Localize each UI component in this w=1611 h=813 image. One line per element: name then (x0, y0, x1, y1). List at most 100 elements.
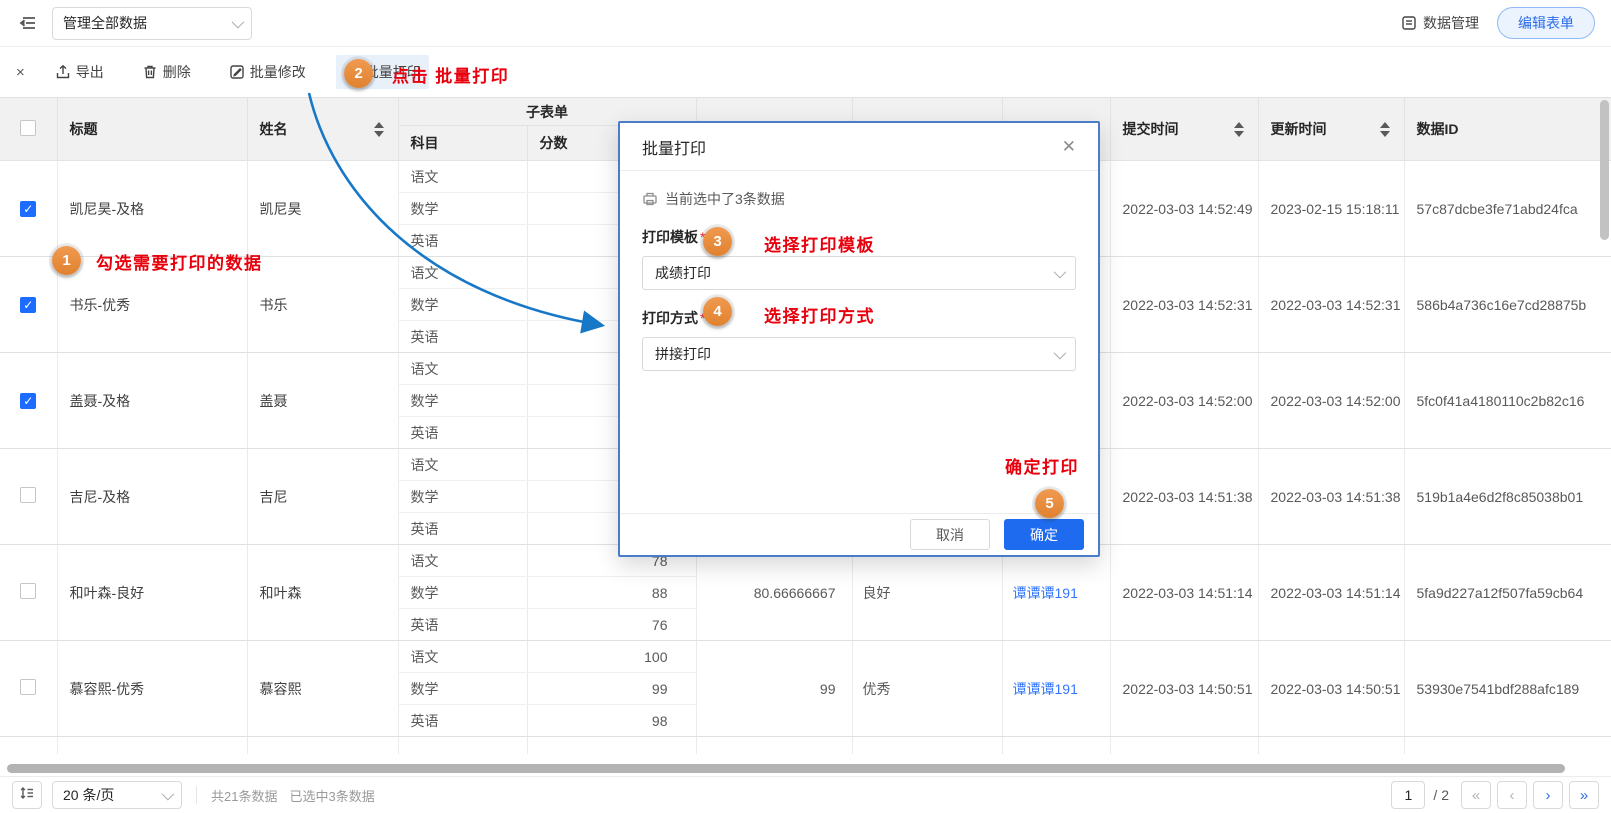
delete-label: 删除 (163, 62, 191, 82)
row-checkbox[interactable] (20, 679, 36, 695)
step-badge-3: 3 (703, 227, 732, 256)
select-all-cell (0, 98, 57, 161)
cell-subject: 数学 (398, 385, 527, 417)
cell-average: 80.66666667 (696, 545, 852, 641)
cell-submit-time: 2022-03-03 14:51:38 (1110, 449, 1258, 545)
data-manage-link[interactable]: 数据管理 (1401, 13, 1479, 33)
cell-average: 99 (696, 641, 852, 737)
column-header-title: 标题 (57, 98, 247, 161)
data-view-select[interactable]: 管理全部数据 (52, 7, 252, 40)
cell-title: 和叶森-良好 (57, 545, 247, 641)
cell-update-time: 2022-03-03 14:52:31 (1258, 257, 1404, 353)
chevron-down-icon (162, 787, 175, 800)
cancel-button[interactable]: 取消 (910, 519, 990, 550)
topbar: 管理全部数据 数据管理 编辑表单 (0, 0, 1611, 47)
sort-icon[interactable] (1234, 122, 1244, 137)
close-icon[interactable]: ✕ (1062, 137, 1076, 157)
cell-update-time: 2022-03-03 14:52:00 (1258, 353, 1404, 449)
row-checkbox-cell (0, 641, 57, 737)
cell-update-time: 2022-03-03 14:51:38 (1258, 449, 1404, 545)
cell-score: 88 (527, 577, 696, 609)
column-header-submit-time[interactable]: 提交时间 (1110, 98, 1258, 161)
row-checkbox[interactable]: ✓ (20, 201, 36, 217)
annotation-text-5: 确定打印 (1005, 453, 1079, 478)
cell-submit-time: 2022-03-03 14:52:31 (1110, 257, 1258, 353)
cell-subject: 英语 (398, 225, 527, 257)
cell-subject: 英语 (398, 705, 527, 737)
cell-subject: 数学 (398, 289, 527, 321)
next-page-button[interactable]: › (1533, 781, 1563, 809)
cell-score: 98 (527, 705, 696, 737)
last-page-button[interactable]: » (1569, 781, 1599, 809)
pagination: / 2 « ‹ › » (1391, 781, 1599, 809)
cell-name: 和叶森 (247, 545, 398, 641)
print-mode-select[interactable]: 拼接打印 (642, 337, 1076, 371)
cell-score: 76 (527, 609, 696, 641)
edit-icon (229, 64, 245, 80)
export-label: 导出 (76, 62, 104, 82)
sort-icon[interactable] (1380, 122, 1390, 137)
row-height-button[interactable] (12, 781, 42, 809)
export-button[interactable]: 导出 (47, 55, 112, 89)
total-count-text: 共21条数据 (211, 786, 277, 805)
batch-edit-label: 批量修改 (250, 62, 306, 82)
page-number-input[interactable] (1391, 781, 1425, 809)
partial-table-row (0, 737, 1611, 754)
cell-score: 99 (527, 673, 696, 705)
cell-subject: 语文 (398, 545, 527, 577)
cell-subject: 语文 (398, 449, 527, 481)
export-icon (55, 64, 71, 80)
cell-subject: 语文 (398, 257, 527, 289)
cell-data-id: 53930e7541bdf288afc189 (1404, 641, 1611, 737)
clear-selection-button[interactable]: × (16, 64, 25, 81)
cell-title: 凯尼昊-及格 (57, 161, 247, 257)
row-checkbox-cell (0, 545, 57, 641)
page-size-select[interactable]: 20 条/页 (52, 781, 182, 809)
cell-submit-time: 2022-03-03 14:52:49 (1110, 161, 1258, 257)
batch-edit-button[interactable]: 批量修改 (221, 55, 314, 89)
column-header-name[interactable]: 姓名 (247, 98, 398, 161)
cell-data-id: 5fa9d227a12f507fa59cb64 (1404, 545, 1611, 641)
cell-name: 慕容熙 (247, 641, 398, 737)
modal-footer: 取消 确定 (620, 513, 1098, 555)
cell-subject: 英语 (398, 417, 527, 449)
associated-data-link[interactable]: 谭谭谭191 (1013, 585, 1078, 601)
cell-title: 盖聂-及格 (57, 353, 247, 449)
row-height-icon (19, 785, 35, 806)
prev-page-button[interactable]: ‹ (1497, 781, 1527, 809)
print-template-select[interactable]: 成绩打印 (642, 256, 1076, 290)
select-all-checkbox[interactable] (20, 120, 36, 136)
collapse-sidebar-icon[interactable] (16, 11, 40, 35)
view-select-value: 管理全部数据 (63, 13, 147, 33)
cell-data-id: 5fc0f41a4180110c2b82c16 (1404, 353, 1611, 449)
associated-data-link[interactable]: 谭谭谭191 (1013, 681, 1078, 697)
confirm-button[interactable]: 确定 (1004, 519, 1084, 550)
cell-data-id: 586b4a736c16e7cd28875b (1404, 257, 1611, 353)
vertical-scrollbar[interactable] (1600, 100, 1609, 240)
chevron-down-icon (1054, 346, 1067, 359)
cell-subject: 语文 (398, 641, 527, 673)
first-page-button[interactable]: « (1461, 781, 1491, 809)
selected-count-text: 已选中3条数据 (289, 786, 374, 805)
cell-update-time: 2022-03-03 14:51:14 (1258, 545, 1404, 641)
row-checkbox[interactable] (20, 487, 36, 503)
column-header-subject: 科目 (398, 126, 527, 161)
cell-subject: 英语 (398, 321, 527, 353)
column-header-update-time[interactable]: 更新时间 (1258, 98, 1404, 161)
cell-subject: 数学 (398, 673, 527, 705)
row-checkbox[interactable]: ✓ (20, 393, 36, 409)
row-checkbox[interactable] (20, 583, 36, 599)
delete-button[interactable]: 删除 (134, 55, 199, 89)
sort-icon[interactable] (374, 122, 384, 137)
batch-toolbar: × 导出 删除 批量修改 (0, 47, 1611, 97)
footer-bar: 20 条/页 共21条数据 已选中3条数据 / 2 « ‹ › » (0, 776, 1611, 813)
column-header-data-id: 数据ID (1404, 98, 1611, 161)
cell-subject: 英语 (398, 609, 527, 641)
cell-title: 慕容熙-优秀 (57, 641, 247, 737)
row-checkbox[interactable]: ✓ (20, 297, 36, 313)
annotation-text-4: 选择打印方式 (764, 302, 875, 327)
page-total-text: / 2 (1433, 787, 1449, 803)
edit-form-button[interactable]: 编辑表单 (1497, 7, 1595, 39)
row-checkbox-cell: ✓ (0, 161, 57, 257)
horizontal-scrollbar[interactable] (7, 764, 1565, 773)
